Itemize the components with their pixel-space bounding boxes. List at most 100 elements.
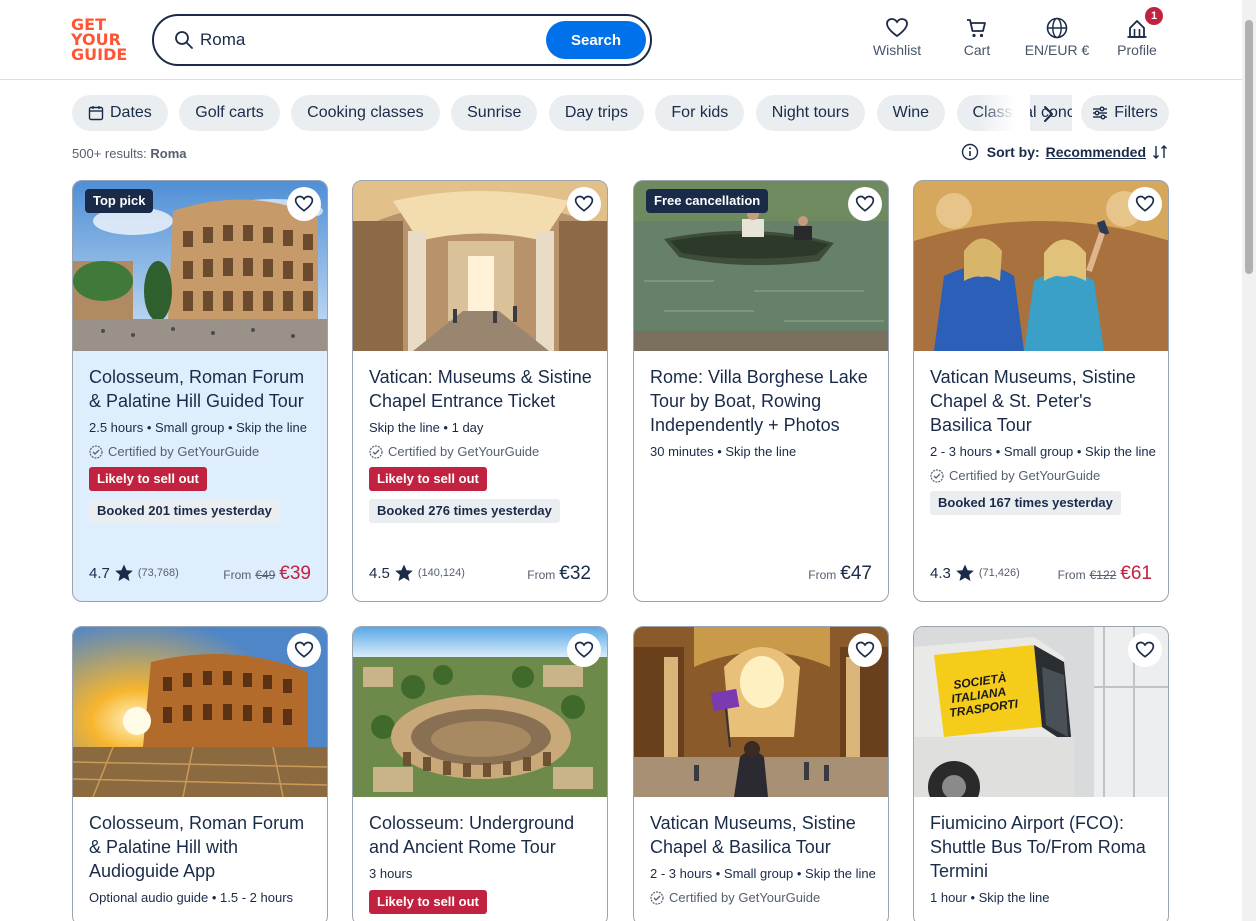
card-meta: 2 - 3 hours • Small group • Skip the lin… [650,866,876,881]
card-image-shuttle-bus[interactable]: SOCIETÀ ITALIANA TRASPORTI [914,627,1168,797]
heart-icon [1135,195,1155,212]
card-meta: 3 hours [369,866,413,881]
chevron-right-icon[interactable] [1036,102,1060,126]
card-footer: 4.3 (71,426) From €122 €61 [930,561,1152,585]
card-footer: 4.7 (73,768) From €49 €39 [89,561,311,585]
cart-icon [967,19,986,38]
nav-language-currency[interactable]: EN/EUR € [1020,16,1094,64]
activity-card[interactable]: SOCIETÀ ITALIANA TRASPORTI Fiumicino Air… [913,626,1169,921]
globe-icon [1046,17,1068,39]
likely-to-sell-out-badge: Likely to sell out [89,467,207,491]
card-meta: 2.5 hours • Small group • Skip the line [89,420,307,435]
activity-card[interactable]: Free cancellation Rome: Villa Borghese L… [633,180,889,602]
chip-for-kids[interactable]: For kids [655,95,745,131]
heart-icon [574,641,594,658]
activity-card[interactable]: Top pick Colosseum, Roman Forum & Palati… [72,180,328,602]
chip-golf-carts[interactable]: Golf carts [179,95,280,131]
card-title[interactable]: Vatican Museums, Sistine Chapel & St. Pe… [930,365,1158,437]
heart-icon [574,195,594,212]
chip-wine[interactable]: Wine [876,95,946,131]
results-count: 500+ results: Roma [72,146,187,161]
star-icon [395,564,413,581]
price: From €49 €39 [223,563,311,584]
activity-card[interactable]: Colosseum: Underground and Ancient Rome … [352,626,608,921]
card-body: Colosseum, Roman Forum & Palatine Hill w… [89,811,317,914]
card-image-colosseum[interactable]: Top pick [73,181,327,351]
search-bar: Search [152,14,652,66]
search-button[interactable]: Search [546,21,646,59]
chip-day-trips[interactable]: Day trips [548,95,644,131]
price: From €47 [808,563,872,584]
nav-wishlist[interactable]: Wishlist [868,16,926,64]
certified-check-icon [369,444,383,459]
page-scrollbar[interactable] [1242,0,1256,921]
activity-card[interactable]: Vatican Museums, Sistine Chapel & Basili… [633,626,889,921]
certified-check-icon [89,444,103,459]
calendar-icon [88,106,104,121]
wishlist-heart-button[interactable] [567,187,601,221]
chip-night-tours[interactable]: Night tours [755,95,866,131]
nav-cart[interactable]: Cart [956,16,998,64]
header: GET YOUR GUIDE Search Wishlist Cart EN/E… [0,0,1242,80]
nav-language-label: EN/EUR € [1024,42,1090,58]
sort-control[interactable]: Sort by: Recommended [961,143,1168,161]
heart-icon [1135,641,1155,658]
card-title[interactable]: Colosseum, Roman Forum & Palatine Hill G… [89,365,317,413]
booked-badge: Booked 201 times yesterday [89,499,280,523]
wishlist-heart-button[interactable] [848,633,882,667]
scrollbar-thumb[interactable] [1245,20,1253,274]
chip-cooking-classes[interactable]: Cooking classes [291,95,440,131]
sort-label: Sort by: [986,144,1040,160]
info-icon[interactable] [961,143,979,161]
card-image-colosseum-aerial[interactable] [353,627,607,797]
search-input[interactable] [200,26,540,54]
nav-wishlist-label: Wishlist [872,42,922,58]
heart-icon [855,195,875,212]
star-icon [956,564,974,581]
wishlist-heart-button[interactable] [567,633,601,667]
card-body: Vatican: Museums & Sistine Chapel Entran… [369,365,597,523]
heart-icon [886,18,908,38]
activity-card[interactable]: Colosseum, Roman Forum & Palatine Hill w… [72,626,328,921]
heart-icon [855,641,875,658]
card-image-st-peters-basilica[interactable] [634,627,888,797]
price: From €122 €61 [1057,563,1152,584]
sort-arrows-icon [1153,145,1167,159]
card-image-colosseum-sunset[interactable] [73,627,327,797]
card-meta: Optional audio guide • 1.5 - 2 hours [89,890,294,905]
certified-row: Certified by GetYourGuide [650,890,878,905]
activity-card[interactable]: Vatican Museums, Sistine Chapel & St. Pe… [913,180,1169,602]
card-title[interactable]: Vatican: Museums & Sistine Chapel Entran… [369,365,597,413]
wishlist-heart-button[interactable] [848,187,882,221]
card-title[interactable]: Fiumicino Airport (FCO): Shuttle Bus To/… [930,811,1158,883]
card-body: Fiumicino Airport (FCO): Shuttle Bus To/… [930,811,1158,914]
sort-value[interactable]: Recommended [1046,144,1146,160]
card-title[interactable]: Colosseum: Underground and Ancient Rome … [369,811,597,859]
wishlist-heart-button[interactable] [1128,633,1162,667]
nav-profile-label: Profile [1117,42,1157,58]
wishlist-heart-button[interactable] [287,187,321,221]
certified-row: Certified by GetYourGuide [930,468,1158,483]
card-footer: 4.5 (140,124) From €32 [369,561,591,585]
wishlist-heart-button[interactable] [1128,187,1162,221]
chip-dates[interactable]: Dates [72,95,168,131]
booked-badge: Booked 167 times yesterday [930,491,1121,515]
getyourguide-logo[interactable]: GET YOUR GUIDE [71,17,131,63]
free-cancellation-badge: Free cancellation [646,189,769,213]
card-image-borghese-lake[interactable]: Free cancellation [634,181,888,351]
heart-icon [294,641,314,658]
card-body: Vatican Museums, Sistine Chapel & St. Pe… [930,365,1158,515]
card-title[interactable]: Vatican Museums, Sistine Chapel & Basili… [650,811,878,859]
card-title[interactable]: Colosseum, Roman Forum & Palatine Hill w… [89,811,317,883]
card-image-vatican-selfie[interactable] [914,181,1168,351]
chip-sunrise[interactable]: Sunrise [451,95,538,131]
top-pick-badge: Top pick [85,189,154,213]
card-image-vatican-gallery[interactable] [353,181,607,351]
activity-card[interactable]: Vatican: Museums & Sistine Chapel Entran… [352,180,608,602]
likely-to-sell-out-badge: Likely to sell out [369,890,487,914]
certified-row: Certified by GetYourGuide [369,444,597,459]
card-title[interactable]: Rome: Villa Borghese Lake Tour by Boat, … [650,365,878,437]
filters-button[interactable]: Filters [1081,95,1169,131]
wishlist-heart-button[interactable] [287,633,321,667]
card-meta: 1 hour • Skip the line [930,890,1050,905]
